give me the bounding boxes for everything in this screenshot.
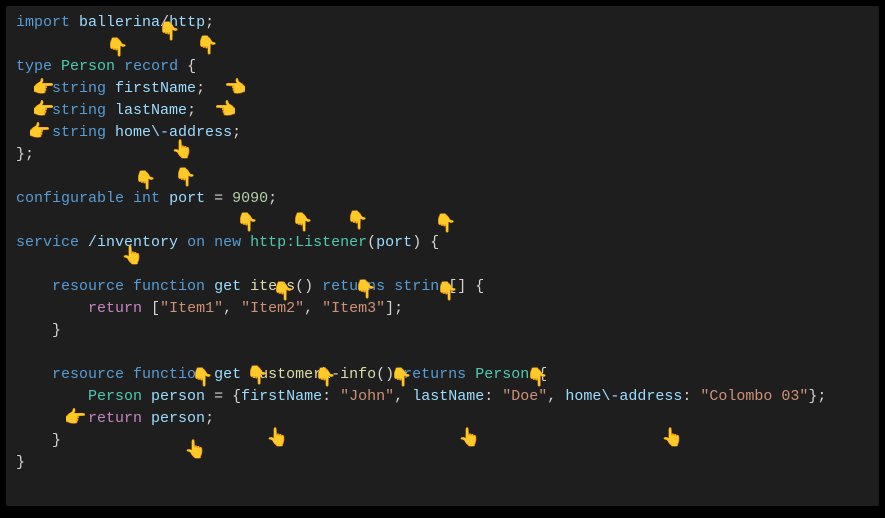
type-string: string xyxy=(52,80,106,97)
literal-9090: 9090 xyxy=(232,190,268,207)
keyword-function: function xyxy=(133,278,205,295)
code-line-5: string lastName; xyxy=(16,100,869,122)
keyword-function: function xyxy=(133,366,205,383)
var-person: person xyxy=(151,410,205,427)
code-line-3: type Person record { xyxy=(16,56,869,78)
field-firstname: firstName xyxy=(115,80,196,97)
code-line-11: service /inventory on new http:Listener(… xyxy=(16,232,869,254)
val-colombo: "Colombo 03" xyxy=(700,388,808,405)
type-person: Person xyxy=(88,388,142,405)
field-homeaddress: home\-address xyxy=(115,124,232,141)
keyword-on: on xyxy=(187,234,205,251)
key-lastname: lastName xyxy=(412,388,484,405)
val-doe: "Doe" xyxy=(502,388,547,405)
code-line-19: return person; xyxy=(16,408,869,430)
keyword-service: service xyxy=(16,234,79,251)
rtype-person: Person xyxy=(475,366,529,383)
type-string: string xyxy=(52,124,106,141)
arg-port: port xyxy=(376,234,412,251)
val-john: "John" xyxy=(340,388,394,405)
code-line-6: string home\-address; xyxy=(16,122,869,144)
type-int: int xyxy=(133,190,160,207)
code-line-4: string firstName; xyxy=(16,78,869,100)
code-line-blank xyxy=(16,254,869,276)
code-line-20: } xyxy=(16,430,869,452)
var-port: port xyxy=(169,190,205,207)
submodule: http xyxy=(169,14,205,31)
keyword-configurable: configurable xyxy=(16,190,124,207)
code-editor[interactable]: import ballerina/http; type Person recor… xyxy=(6,6,879,506)
key-homeaddress: home\-address xyxy=(565,388,682,405)
str-item3: "Item3" xyxy=(322,300,385,317)
keyword-type: type xyxy=(16,58,52,75)
keyword-new: new xyxy=(214,234,241,251)
keyword-return: return xyxy=(88,410,142,427)
code-line-17: resource function get customer\-info() r… xyxy=(16,364,869,386)
code-line-21: } xyxy=(16,452,869,474)
rtype-string: string xyxy=(394,278,448,295)
var-person: person xyxy=(151,388,205,405)
code-line-9: configurable int port = 9090; xyxy=(16,188,869,210)
code-line-13: resource function get items() returns st… xyxy=(16,276,869,298)
code-line-1: import ballerina/http; xyxy=(16,12,869,34)
str-item2: "Item2" xyxy=(241,300,304,317)
code-line-blank xyxy=(16,166,869,188)
key-firstname: firstName xyxy=(241,388,322,405)
keyword-resource: resource xyxy=(52,366,124,383)
code-line-blank xyxy=(16,34,869,56)
func-items: items xyxy=(250,278,295,295)
method-get: get xyxy=(214,366,241,383)
module-name: ballerina xyxy=(79,14,160,31)
type-string: string xyxy=(52,102,106,119)
keyword-resource: resource xyxy=(52,278,124,295)
code-line-7: }; xyxy=(16,144,869,166)
type-name: Person xyxy=(61,58,115,75)
method-get: get xyxy=(214,278,241,295)
code-line-blank xyxy=(16,342,869,364)
code-line-blank xyxy=(16,210,869,232)
code-line-18: Person person = {firstName: "John", last… xyxy=(16,386,869,408)
str-item1: "Item1" xyxy=(160,300,223,317)
field-lastname: lastName xyxy=(115,102,187,119)
keyword-returns: returns xyxy=(403,366,466,383)
keyword-import: import xyxy=(16,14,70,31)
keyword-record: record xyxy=(124,58,178,75)
func-customerinfo: customer\-info xyxy=(250,366,376,383)
listener-type: http:Listener xyxy=(250,234,367,251)
keyword-returns: returns xyxy=(322,278,385,295)
code-line-15: } xyxy=(16,320,869,342)
keyword-return: return xyxy=(88,300,142,317)
service-path: /inventory xyxy=(88,234,178,251)
code-line-14: return ["Item1", "Item2", "Item3"]; xyxy=(16,298,869,320)
